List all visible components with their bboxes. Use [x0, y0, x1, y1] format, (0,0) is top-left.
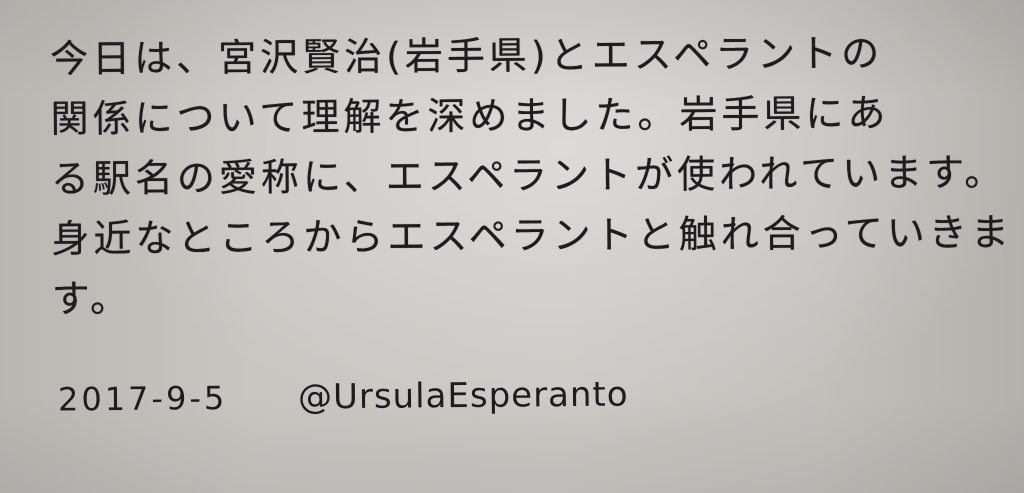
note-line: 関係について理解を深めました。岩手県にあ: [50, 91, 890, 141]
signature-line: 2017-9-5 @UrsulaEsperanto: [58, 370, 629, 425]
signature-handle: @UrsulaEsperanto: [297, 374, 629, 418]
note-line: 今日は、宮沢賢治(岩手県)とエスペラントの: [49, 31, 884, 81]
note-line: す。: [51, 276, 133, 321]
signature-date: 2017-9-5: [57, 379, 228, 419]
note-line: る駅名の愛称に、エスペラントが使われています。: [50, 150, 1007, 201]
handwritten-note: 今日は、宮沢賢治(岩手県)とエスペラントの 関係について理解を深めました。岩手県…: [49, 31, 1013, 340]
note-line: 身近なところからエスペラントと触れ合っていきま: [51, 210, 1013, 261]
